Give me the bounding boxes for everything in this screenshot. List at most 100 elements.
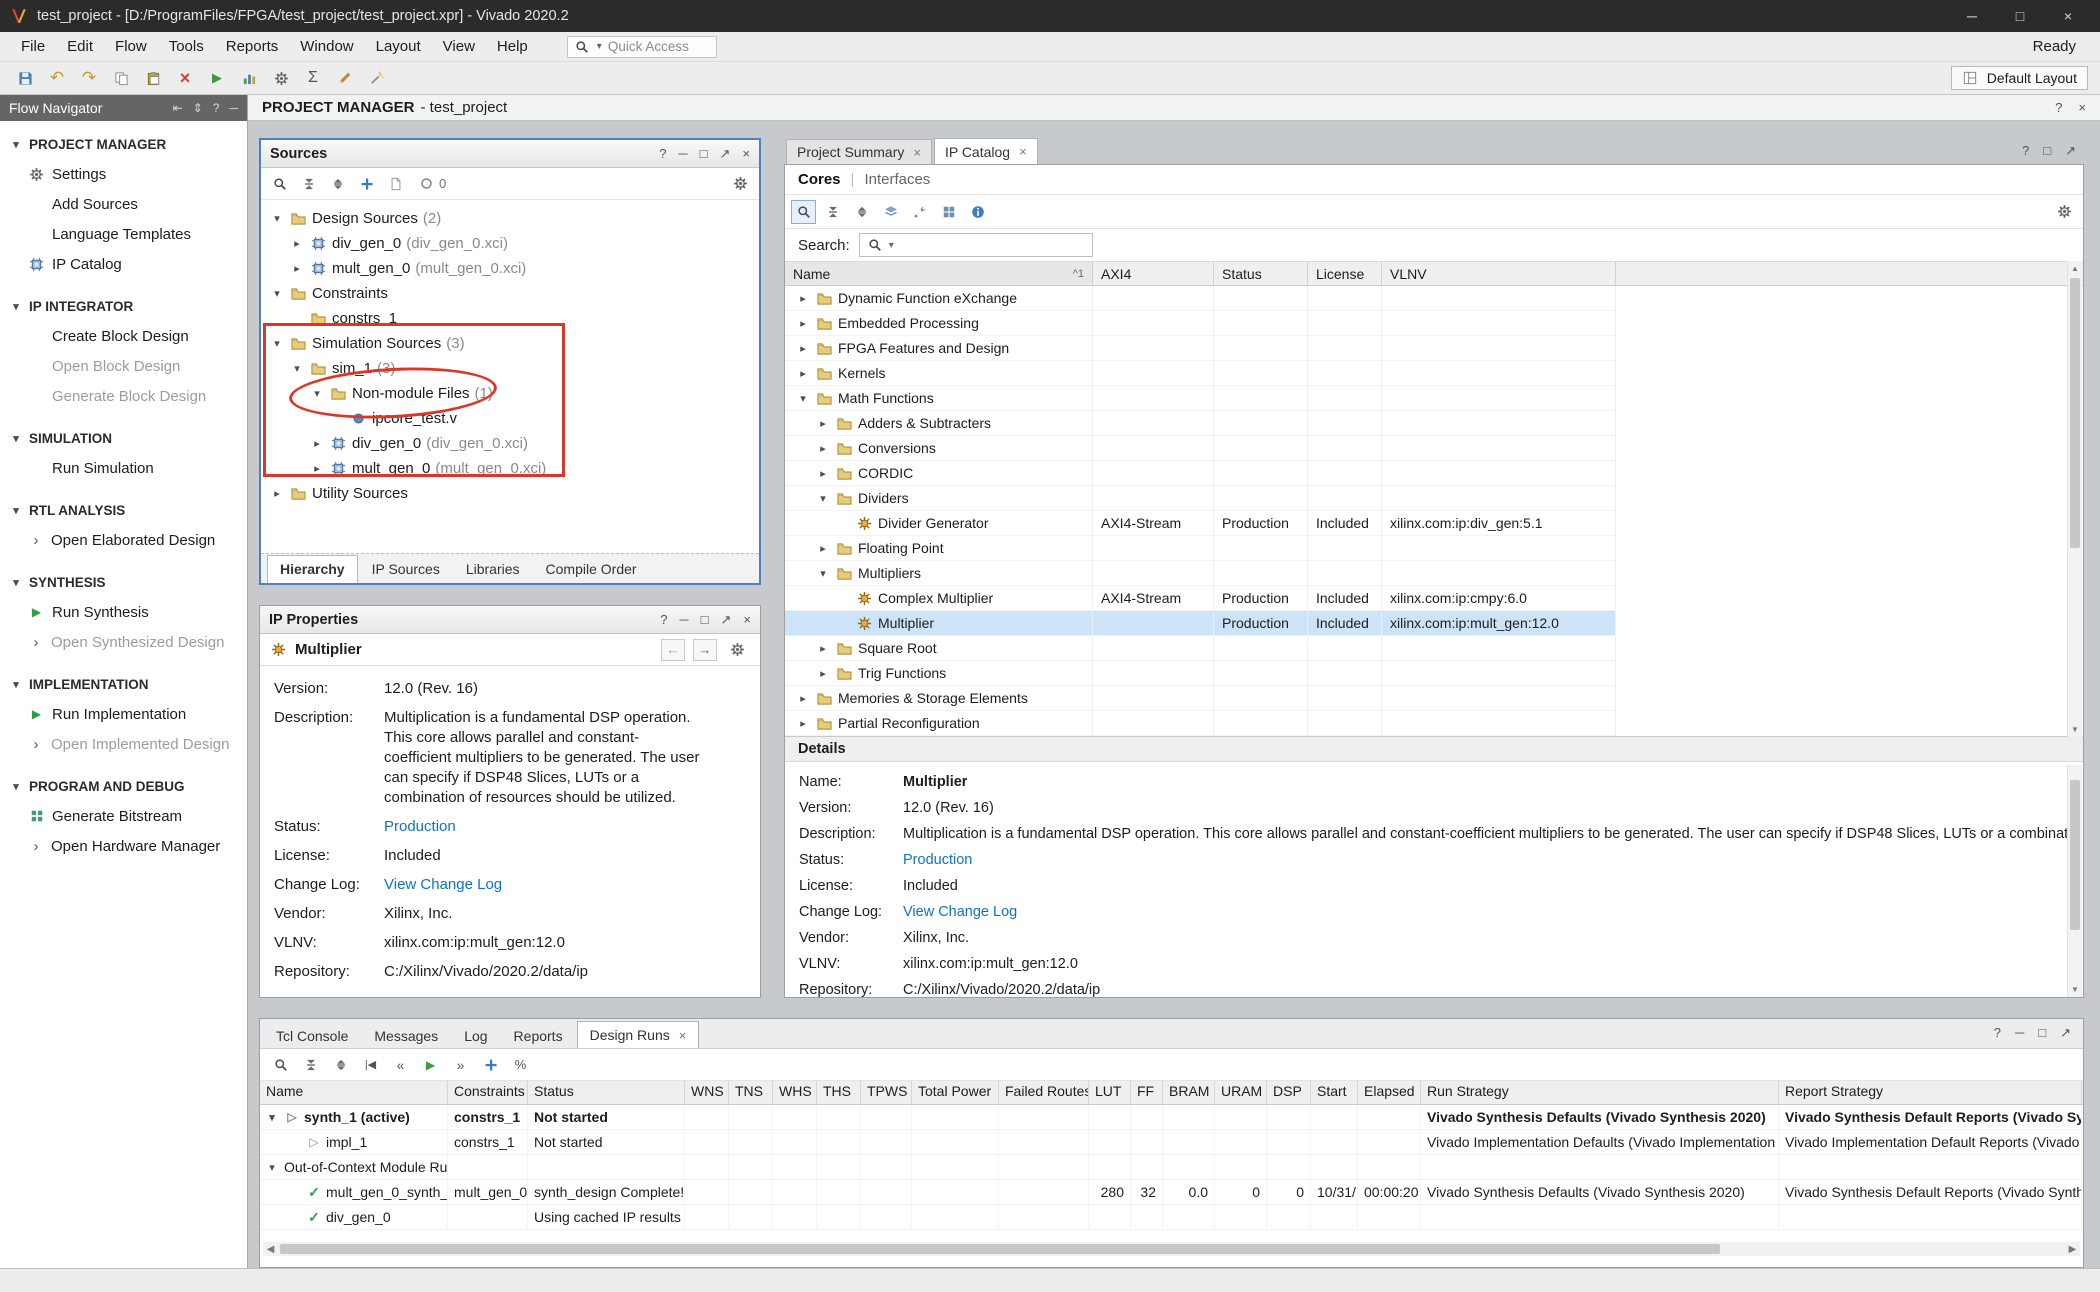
column-header-total-power[interactable]: Total Power xyxy=(912,1081,999,1104)
back-button[interactable]: ← xyxy=(661,639,685,661)
tree-expand-icon[interactable]: ▸ xyxy=(815,442,831,455)
help-button[interactable]: ? xyxy=(2055,100,2062,115)
scroll-down-icon[interactable]: ▼ xyxy=(2068,982,2082,997)
maximize-button[interactable]: □ xyxy=(2043,143,2051,159)
run-icon[interactable]: ▶ xyxy=(418,1053,443,1077)
catalog-row[interactable]: ▸Dynamic Function eXchange xyxy=(785,286,1616,311)
catalog-settings-button[interactable] xyxy=(2052,200,2077,224)
menu-reports[interactable]: Reports xyxy=(215,34,290,59)
hierarchy-icon[interactable] xyxy=(878,200,903,224)
catalog-row[interactable]: Divider GeneratorAXI4-StreamProductionIn… xyxy=(785,511,1616,536)
sidebar-item-open-elaborated-design[interactable]: ›Open Elaborated Design xyxy=(0,525,247,555)
close-tab-icon[interactable]: × xyxy=(1019,144,1027,159)
column-header-start[interactable]: Start xyxy=(1311,1081,1358,1104)
sidebar-item-generate-block-design[interactable]: Generate Block Design xyxy=(0,381,247,411)
column-header-license[interactable]: License xyxy=(1308,262,1382,285)
save-button[interactable] xyxy=(12,65,38,91)
tree-expand-icon[interactable]: ▾ xyxy=(795,392,811,405)
sidebar-item-generate-bitstream[interactable]: Generate Bitstream xyxy=(0,801,247,831)
close-button[interactable]: × xyxy=(743,612,751,628)
scrollbar-thumb[interactable] xyxy=(280,1244,1720,1254)
column-header-uram[interactable]: URAM xyxy=(1215,1081,1267,1104)
sidebar-item-create-block-design[interactable]: Create Block Design xyxy=(0,321,247,351)
column-header-vlnv[interactable]: VLNV xyxy=(1382,262,1616,285)
minimize-button[interactable]: ─ xyxy=(678,146,687,162)
tab-tcl-console[interactable]: Tcl Console xyxy=(264,1023,360,1048)
source-tree-item-mult-gen-0[interactable]: ▸mult_gen_0(mult_gen_0.xci) xyxy=(261,456,759,481)
design-run-row-div-gen-0[interactable]: ✓div_gen_0Using cached IP results xyxy=(260,1205,2083,1230)
float-button[interactable]: ↗ xyxy=(2060,1025,2071,1041)
sidebar-item-open-hardware-manager[interactable]: ›Open Hardware Manager xyxy=(0,831,247,861)
tree-expand-icon[interactable]: ▸ xyxy=(309,462,325,475)
sidebar-item-settings[interactable]: Settings xyxy=(0,159,247,189)
tree-expand-icon[interactable]: ▸ xyxy=(289,237,305,250)
menu-tools[interactable]: Tools xyxy=(158,34,215,59)
tree-expand-icon[interactable]: ▸ xyxy=(815,417,831,430)
tab-design-runs[interactable]: Design Runs× xyxy=(577,1021,700,1048)
maximize-button[interactable]: □ xyxy=(700,146,708,162)
chart-button[interactable] xyxy=(236,65,262,91)
design-run-row-synth-1-active[interactable]: ▾▷synth_1 (active)constrs_1Not startedVi… xyxy=(260,1105,2083,1130)
tree-expand-icon[interactable]: ▾ xyxy=(815,567,831,580)
tree-expand-icon[interactable]: ▸ xyxy=(815,642,831,655)
catalog-row[interactable]: ▸Square Root xyxy=(785,636,1616,661)
close-button[interactable]: × xyxy=(742,146,750,162)
ip-properties-header[interactable]: IP Properties ?─□↗× xyxy=(260,606,760,634)
float-button[interactable]: ↗ xyxy=(721,612,732,628)
tree-expand-icon[interactable]: ▸ xyxy=(269,487,285,500)
column-header-ths[interactable]: THS xyxy=(817,1081,861,1104)
catalog-row-selected[interactable]: MultiplierProductionIncludedxilinx.com:i… xyxy=(785,611,1616,636)
catalog-row[interactable]: ▸FPGA Features and Design xyxy=(785,336,1616,361)
collapse-all-icon[interactable] xyxy=(298,1053,323,1077)
sidebar-item-run-synthesis[interactable]: ▶Run Synthesis xyxy=(0,597,247,627)
source-tree-item-design-sources[interactable]: ▾Design Sources(2) xyxy=(261,206,759,231)
catalog-row[interactable]: ▸Trig Functions xyxy=(785,661,1616,686)
property-value-link[interactable]: Production xyxy=(384,817,456,837)
sidebar-section-rtl-analysis[interactable]: ▾RTL ANALYSIS xyxy=(0,495,247,525)
tree-expand-icon[interactable]: ▾ xyxy=(815,492,831,505)
expand-all-icon[interactable] xyxy=(849,200,874,224)
scrollbar-thumb[interactable] xyxy=(2070,780,2080,930)
column-header-lut[interactable]: LUT xyxy=(1089,1081,1131,1104)
column-header-run-strategy[interactable]: Run Strategy xyxy=(1421,1081,1779,1104)
sources-tab-hierarchy[interactable]: Hierarchy xyxy=(267,555,358,583)
column-header-name[interactable]: Name^1 xyxy=(785,262,1093,285)
sidebar-item-run-simulation[interactable]: Run Simulation xyxy=(0,453,247,483)
percent-icon[interactable]: % xyxy=(508,1053,533,1077)
tree-expand-icon[interactable]: ▾ xyxy=(269,337,285,350)
menu-help[interactable]: Help xyxy=(486,34,539,59)
sidebar-item-add-sources[interactable]: Add Sources xyxy=(0,189,247,219)
close-button[interactable]: × xyxy=(2078,100,2086,115)
tab-reports[interactable]: Reports xyxy=(502,1023,575,1048)
tab-project-summary[interactable]: Project Summary× xyxy=(786,139,932,164)
source-tree-item-mult-gen-0[interactable]: ▸mult_gen_0(mult_gen_0.xci) xyxy=(261,256,759,281)
tree-expand-icon[interactable]: ▾ xyxy=(269,212,285,225)
menu-layout[interactable]: Layout xyxy=(365,34,432,59)
expand-all-icon[interactable] xyxy=(328,1053,353,1077)
search-icon[interactable] xyxy=(791,200,816,224)
sources-tab-compile-order[interactable]: Compile Order xyxy=(534,556,649,583)
details-value-link[interactable]: Production xyxy=(903,851,972,870)
sources-panel-header[interactable]: Sources ?─□↗× xyxy=(261,140,759,168)
scroll-left-icon[interactable]: ◀ xyxy=(263,1244,278,1255)
scroll-up-icon[interactable]: ▲ xyxy=(2068,261,2082,276)
paste-button[interactable] xyxy=(140,65,166,91)
tree-expand-icon[interactable]: ▸ xyxy=(795,342,811,355)
file-icon[interactable] xyxy=(383,172,408,196)
tree-expand-icon[interactable]: ▸ xyxy=(795,367,811,380)
tree-expand-icon[interactable]: ▸ xyxy=(795,317,811,330)
catalog-row[interactable]: ▾Math Functions xyxy=(785,386,1616,411)
sidebar-item-language-templates[interactable]: Language Templates xyxy=(0,219,247,249)
source-tree-item-div-gen-0[interactable]: ▸div_gen_0(div_gen_0.xci) xyxy=(261,431,759,456)
run-button[interactable]: ▶ xyxy=(204,65,230,91)
help-button[interactable]: ? xyxy=(660,612,667,628)
help-button[interactable]: ? xyxy=(2022,143,2029,159)
column-header-constraints[interactable]: Constraints xyxy=(448,1081,528,1104)
copy-button[interactable] xyxy=(108,65,134,91)
details-value-link[interactable]: View Change Log xyxy=(903,903,1017,922)
tree-expand-icon[interactable]: ▸ xyxy=(289,262,305,275)
help-button[interactable]: ? xyxy=(1994,1025,2001,1041)
source-tree-item-simulation-sources[interactable]: ▾Simulation Sources(3) xyxy=(261,331,759,356)
float-button[interactable]: ↗ xyxy=(2065,143,2076,159)
menu-view[interactable]: View xyxy=(432,34,486,59)
